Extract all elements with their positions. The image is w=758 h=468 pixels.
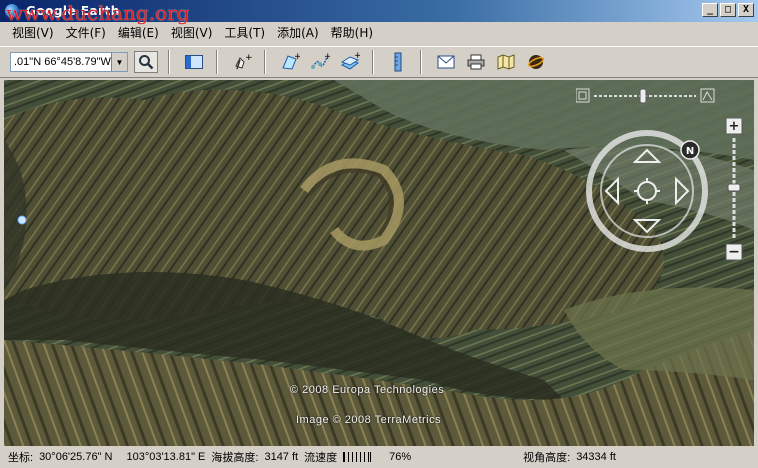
latitude-value: 30°06'25.76" N bbox=[39, 451, 113, 463]
pan-left-arrow[interactable] bbox=[604, 176, 619, 206]
pan-right-arrow[interactable] bbox=[675, 176, 690, 206]
toolbar: .01"N 66°45'8.79"W ▼ + + + + bbox=[0, 46, 758, 78]
close-button[interactable]: X bbox=[738, 3, 754, 17]
streaming-label: 流速度 bbox=[304, 452, 338, 464]
sidebar-icon bbox=[185, 55, 203, 69]
svg-text:+: + bbox=[294, 52, 300, 62]
streaming-progress-bar bbox=[343, 452, 372, 462]
image-overlay-icon: + bbox=[340, 52, 360, 70]
toolbar-separator bbox=[216, 50, 218, 74]
menu-help[interactable]: 帮助(H) bbox=[325, 23, 379, 43]
tilt-horizon-icon bbox=[700, 88, 715, 103]
map-view[interactable]: N + − © 2008 Europa Technologies Image ©… bbox=[4, 80, 754, 446]
svg-text:+: + bbox=[729, 119, 740, 134]
menu-edit[interactable]: 编辑(E) bbox=[112, 23, 165, 43]
svg-text:−: − bbox=[728, 244, 740, 260]
pan-up-arrow[interactable] bbox=[632, 148, 662, 163]
sky-button[interactable] bbox=[524, 50, 548, 74]
eye-altitude-label: 视角高度: bbox=[523, 452, 571, 464]
pan-down-arrow[interactable] bbox=[632, 219, 662, 234]
navigation-compass[interactable]: N bbox=[584, 128, 710, 254]
pointer-label: 坐标: bbox=[8, 452, 34, 464]
window-controls: _ □ X bbox=[702, 3, 754, 17]
email-button[interactable] bbox=[434, 50, 458, 74]
svg-text:+: + bbox=[245, 53, 252, 63]
toolbar-separator bbox=[372, 50, 374, 74]
ruler-button[interactable] bbox=[386, 50, 410, 74]
zoom-slider-thumb bbox=[727, 183, 741, 192]
streaming-percent: 76% bbox=[389, 451, 412, 463]
tilt-top-icon bbox=[576, 88, 590, 103]
terrametrics-credit: Image © 2008 TerraMetrics bbox=[296, 414, 442, 426]
toolbar-separator bbox=[168, 50, 170, 74]
maximize-button[interactable]: □ bbox=[720, 3, 736, 17]
watermark: www.duchang.org bbox=[6, 1, 190, 25]
coordinate-value: .01"N 66°45'8.79"W bbox=[14, 56, 111, 68]
print-icon bbox=[467, 54, 485, 70]
coordinate-dropdown[interactable]: .01"N 66°45'8.79"W ▼ bbox=[10, 52, 128, 72]
svg-text:+: + bbox=[324, 52, 330, 62]
toolbar-separator bbox=[264, 50, 266, 74]
minimize-button[interactable]: _ bbox=[702, 3, 718, 17]
longitude-value: 103°03'13.81" E bbox=[126, 451, 206, 463]
menu-file[interactable]: 文件(F) bbox=[60, 23, 112, 43]
add-path-button[interactable]: + bbox=[308, 50, 332, 74]
menu-bar: 视图(V) 文件(F) 编辑(E) 视图(V) 工具(T) 添加(A) 帮助(H… bbox=[0, 22, 758, 44]
north-up-button[interactable]: N bbox=[680, 140, 700, 160]
ruler-icon bbox=[394, 52, 402, 72]
compass-north-label: N bbox=[686, 146, 694, 157]
email-icon bbox=[437, 55, 455, 69]
elevation-label: 海拔高度: bbox=[211, 452, 259, 464]
view-in-maps-button[interactable] bbox=[494, 50, 518, 74]
elevation-value: 3147 ft bbox=[264, 451, 299, 463]
toolbar-separator bbox=[420, 50, 422, 74]
sky-icon bbox=[527, 55, 545, 69]
joystick-center[interactable] bbox=[634, 178, 660, 204]
tilt-slider[interactable] bbox=[576, 88, 716, 104]
polygon-icon: + bbox=[282, 52, 300, 70]
placemark-icon: + bbox=[235, 53, 252, 70]
chevron-down-icon[interactable]: ▼ bbox=[111, 53, 127, 71]
tilt-slider-thumb bbox=[639, 88, 647, 104]
search-icon bbox=[139, 55, 154, 70]
europa-credit: © 2008 Europa Technologies bbox=[290, 384, 445, 396]
svg-text:+: + bbox=[354, 52, 360, 61]
add-polygon-button[interactable]: + bbox=[278, 50, 302, 74]
status-bar: 坐标: 30°06'25.76" N 103°03'13.81" E 海拔高度:… bbox=[0, 446, 758, 468]
menu-tools[interactable]: 工具(T) bbox=[218, 23, 271, 43]
print-button[interactable] bbox=[464, 50, 488, 74]
menu-add[interactable]: 添加(A) bbox=[271, 23, 325, 43]
menu-view-2[interactable]: 视图(V) bbox=[165, 23, 219, 43]
add-placemark-button[interactable]: + bbox=[230, 50, 254, 74]
add-image-overlay-button[interactable]: + bbox=[338, 50, 362, 74]
map-icon bbox=[497, 54, 515, 70]
eye-altitude-value: 34334 ft bbox=[576, 451, 616, 463]
path-icon: + bbox=[311, 52, 330, 69]
sidebar-toggle-button[interactable] bbox=[182, 50, 206, 74]
zoom-slider[interactable]: + − bbox=[724, 118, 744, 262]
menu-view-1[interactable]: 视图(V) bbox=[6, 23, 60, 43]
search-button[interactable] bbox=[134, 51, 158, 73]
